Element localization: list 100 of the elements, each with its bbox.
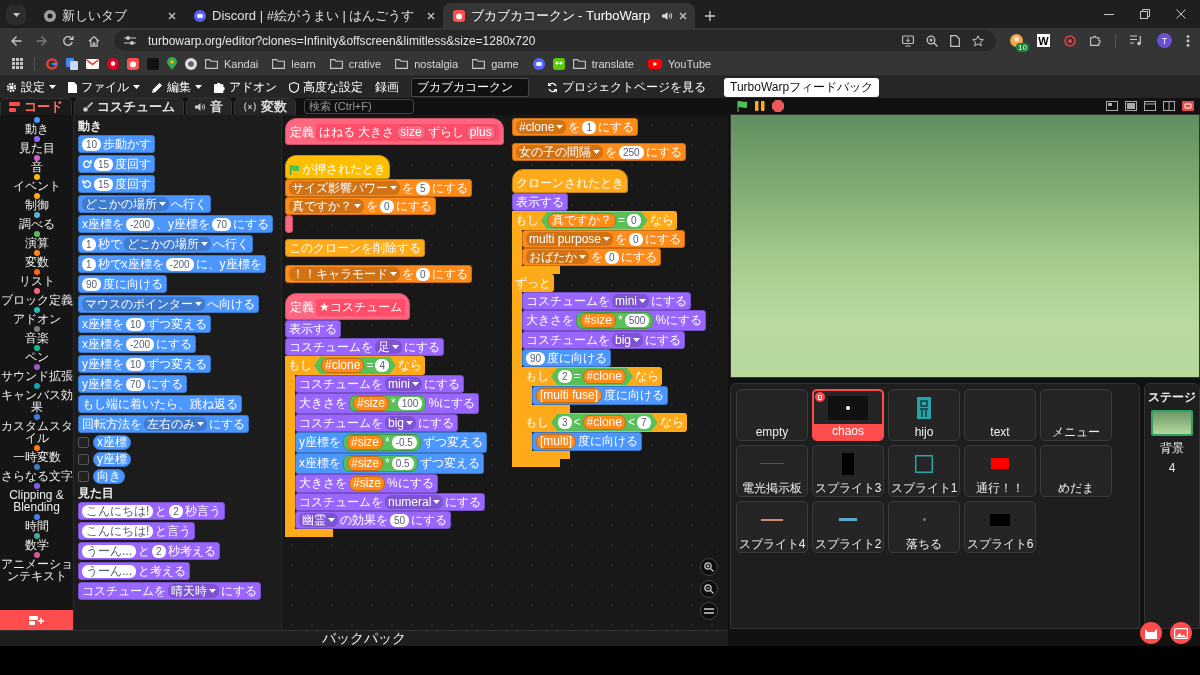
category-button[interactable]: アドオン [0,307,73,325]
number-input[interactable]: 10 [82,137,102,151]
number-input[interactable]: 0 [627,214,641,227]
number-input[interactable]: 2 [558,370,572,383]
category-button[interactable]: 音 [0,155,73,173]
close-icon[interactable] [426,11,435,20]
looks-block[interactable]: こんにちは! と 2 秒言う [78,502,225,520]
number-input[interactable]: 50 [390,513,410,527]
number-input[interactable]: 70 [126,377,146,391]
variable-block[interactable]: 女の子の間隔 を 250 にする [512,143,686,161]
large-stage-icon[interactable] [1125,101,1137,111]
category-button[interactable]: 調べる [0,212,73,230]
sprite-tile[interactable]: 電光掲示板 [736,445,808,497]
dropdown[interactable]: どこかの場所 [123,237,211,251]
motion-block[interactable]: 1 秒でx座標を -200 に、y座標を [78,255,266,273]
speaker-icon[interactable] [662,10,674,21]
browser-tab[interactable]: 新しいタブ [34,3,184,28]
category-button[interactable]: 一時変数 [0,445,73,463]
looks-block[interactable]: コスチュームを big にする [295,414,458,432]
sprite-tile[interactable]: text [964,389,1036,441]
menu-icon[interactable] [1186,34,1190,47]
number-input[interactable]: 1 [82,237,96,251]
looks-block[interactable]: コスチュームを 足 にする [285,338,444,356]
category-button[interactable]: 変数 [0,250,73,268]
looks-block[interactable]: コスチュームを numeral にする [295,493,486,511]
motion-block[interactable]: 90 度に向ける [78,275,168,293]
zoom-out-button[interactable] [700,580,718,598]
motion-block[interactable]: 回転方法を 左右のみ にする [78,415,249,433]
motion-block[interactable]: 90 度に向ける [522,349,612,367]
checkbox[interactable] [78,454,89,465]
category-button[interactable]: 見た目 [0,136,73,154]
window-icon[interactable] [1144,101,1156,111]
number-input[interactable]: -200 [126,337,154,351]
editor-tab[interactable]: コード [0,98,72,115]
category-button[interactable]: Clipping & Blending [0,483,73,513]
text-input[interactable]: こんにちは! [82,524,154,538]
restore-icon[interactable] [1140,9,1150,19]
sprite-tile[interactable]: スプライト2 [812,501,884,553]
dropdown[interactable]: 晴天時 [168,584,219,598]
motion-block[interactable]: マウスのポインター へ向ける [78,295,259,313]
sprite-tile[interactable]: スプライト3 [812,445,884,497]
motion-block[interactable]: x座標を 10 ずつ変える [78,315,212,333]
stage-size-icon[interactable] [1163,101,1175,111]
map-pin-icon[interactable] [167,57,177,70]
stop-icon[interactable] [772,100,784,112]
number-input[interactable]: 0 [416,267,430,281]
trash-icon[interactable] [815,392,825,402]
add-backdrop-button[interactable] [1170,622,1192,644]
sprite-tile[interactable]: スプライト1 [888,445,960,497]
project-page-button[interactable]: プロジェクトページを見る [541,77,712,97]
looks-block[interactable]: 幽霊 の効果を 50 にする [295,511,452,529]
number-input[interactable]: 90 [82,277,102,291]
project-title-field[interactable]: ブカブカコークン [411,77,529,97]
bookmark-folder[interactable]: crative [329,57,382,70]
condition-block[interactable]: 3 < #clone < 7 [551,414,658,431]
looks-block[interactable]: コスチュームを mini にする [295,375,464,393]
checkbox[interactable] [78,437,89,448]
number-input[interactable]: 1 [82,257,96,271]
condition-block[interactable]: #clone = 4 [314,357,396,374]
zoom-in-button[interactable] [700,558,718,576]
variable-block[interactable]: #clone を 1 にする [512,118,638,136]
number-input[interactable]: 10 [126,317,146,331]
bookmark-folder[interactable]: Kandai [205,57,259,70]
bookmark-folder[interactable]: translate [572,57,634,70]
chat-logo-icon[interactable] [532,57,545,70]
looks-block[interactable]: コスチュームを mini にする [522,292,691,310]
variable-block[interactable]: ！！キャラモード を 0 にする [285,265,472,283]
number-input[interactable]: 4 [375,359,389,372]
sprite-tile[interactable]: スプライト6 [964,501,1036,553]
custom-block[interactable] [285,215,293,233]
document-icon[interactable] [950,34,960,47]
control-block[interactable]: ずっと コスチュームを mini にする 大きさを #size * 500 %にする コスチュームを big にする 90 度に向ける もし 2 = #clone なら [multi fuse] 度に向ける もし 3 < #clone < 7 なら [multi] 度に向ける [512,274,707,467]
condition-block[interactable]: 2 = #clone [551,368,633,385]
number-input[interactable]: 10 [126,357,146,371]
url-text[interactable]: turbowarp.org/editor?clones=Infinity&offscreen&limitless&size=1280x720 [148,33,536,48]
number-input[interactable]: 1 [582,120,596,134]
extension-button[interactable]: W [1037,34,1050,47]
number-input[interactable]: 0 [605,250,619,264]
text-input[interactable]: うーん... [82,564,136,578]
new-tab-icon[interactable] [705,11,716,21]
number-input[interactable]: 70 [212,217,232,231]
category-button[interactable]: カスタムスタイル [0,414,73,444]
motion-block[interactable]: 10 歩動かす [78,135,156,153]
stage-thumbnail[interactable] [1151,410,1193,436]
motion-block[interactable]: 15 度回す [78,175,156,193]
fullscreen-icon[interactable] [1182,101,1194,111]
category-button[interactable]: さらなる文字 [0,464,73,482]
number-input[interactable]: -200 [126,217,154,231]
reporter-block[interactable]: #size * 0.5 [343,455,418,472]
text-input[interactable]: こんにちは! [82,504,154,518]
dropdown[interactable]: 幽霊 [299,513,338,527]
browser-tab[interactable]: ブカブカコークン - TurboWarp [442,3,696,28]
category-button[interactable]: 数学 [0,533,73,551]
feedback-button[interactable]: TurboWarpフィードバック [724,77,880,97]
reset-zoom-button[interactable] [700,602,718,620]
motion-block[interactable]: 15 度回す [78,155,156,173]
category-button[interactable]: 動き [0,117,73,135]
text-input[interactable]: うーん... [82,544,136,558]
star-icon[interactable] [972,34,984,47]
number-input[interactable]: -0.5 [391,436,417,449]
